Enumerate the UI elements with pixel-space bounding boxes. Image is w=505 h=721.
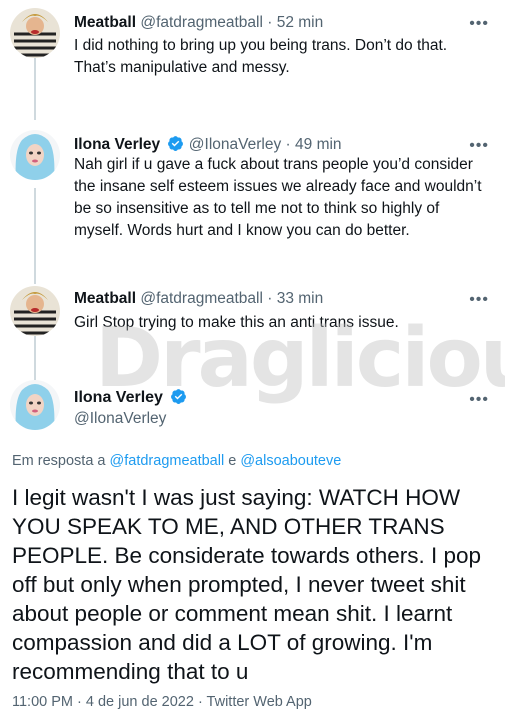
user-handle[interactable]: @IlonaVerley (74, 409, 166, 429)
reply-mention-link[interactable]: @fatdragmeatball (110, 453, 225, 469)
verified-badge-icon (168, 136, 184, 151)
user-handle[interactable]: @IlonaVerley (189, 136, 281, 153)
tweet-text: Girl Stop trying to make this an anti tr… (74, 314, 399, 331)
reply-prefix: Em resposta a (12, 453, 110, 469)
tweet-header: Meatball @fatdragmeatball · 33 min (74, 289, 323, 309)
avatar-image (10, 130, 60, 180)
timestamp[interactable]: 33 min (277, 290, 324, 307)
avatar-meatball[interactable] (10, 286, 60, 336)
main-tweet-text: I legit wasn't I was just saying: WATCH … (12, 485, 482, 684)
main-display-name: Ilona Verley (74, 388, 187, 408)
more-options-icon[interactable]: ••• (469, 292, 489, 308)
timestamp[interactable]: 52 min (277, 14, 324, 31)
more-options-icon[interactable]: ••• (469, 138, 489, 154)
tweet-text: I did nothing to bring up you being tran… (74, 37, 448, 76)
avatar-image (10, 286, 60, 336)
tweet[interactable]: Ilona Verley @IlonaVerley · 49 min ••• N… (0, 122, 505, 272)
separator: · (267, 14, 273, 31)
display-name[interactable]: Meatball (74, 290, 136, 307)
reply-context: Em resposta a @fatdragmeatball e @alsoab… (12, 452, 341, 470)
separator: · (267, 290, 273, 307)
avatar-ilona-verley[interactable] (10, 130, 60, 180)
avatar-image (10, 8, 60, 58)
display-name[interactable]: Ilona Verley (74, 136, 160, 153)
tweet-metadata[interactable]: 11:00 PM · 4 de jun de 2022 · Twitter We… (12, 693, 312, 711)
more-options-icon[interactable]: ••• (469, 16, 489, 32)
separator: · (285, 136, 291, 153)
avatar-meatball[interactable] (10, 8, 60, 58)
display-name[interactable]: Meatball (74, 14, 136, 31)
user-handle[interactable]: @fatdragmeatball (140, 14, 263, 31)
timestamp[interactable]: 49 min (295, 136, 342, 153)
user-handle[interactable]: @fatdragmeatball (140, 290, 263, 307)
avatar-image (10, 380, 60, 430)
avatar-ilona-verley[interactable] (10, 380, 60, 430)
tweet[interactable]: Meatball @fatdragmeatball · 52 min ••• I… (0, 0, 505, 110)
more-options-icon[interactable]: ••• (469, 392, 489, 408)
tweet-text: Nah girl if u gave a fuck about trans pe… (74, 156, 482, 239)
reply-mention-link[interactable]: @alsoabouteve (240, 453, 341, 469)
reply-conjunction: e (224, 453, 241, 469)
verified-badge-icon (171, 389, 187, 404)
tweet-header: Ilona Verley @IlonaVerley · 49 min (74, 135, 342, 155)
tweet[interactable]: Meatball @fatdragmeatball · 33 min ••• G… (0, 278, 505, 348)
display-name[interactable]: Ilona Verley (74, 389, 163, 406)
tweet-header: Meatball @fatdragmeatball · 52 min (74, 13, 323, 33)
